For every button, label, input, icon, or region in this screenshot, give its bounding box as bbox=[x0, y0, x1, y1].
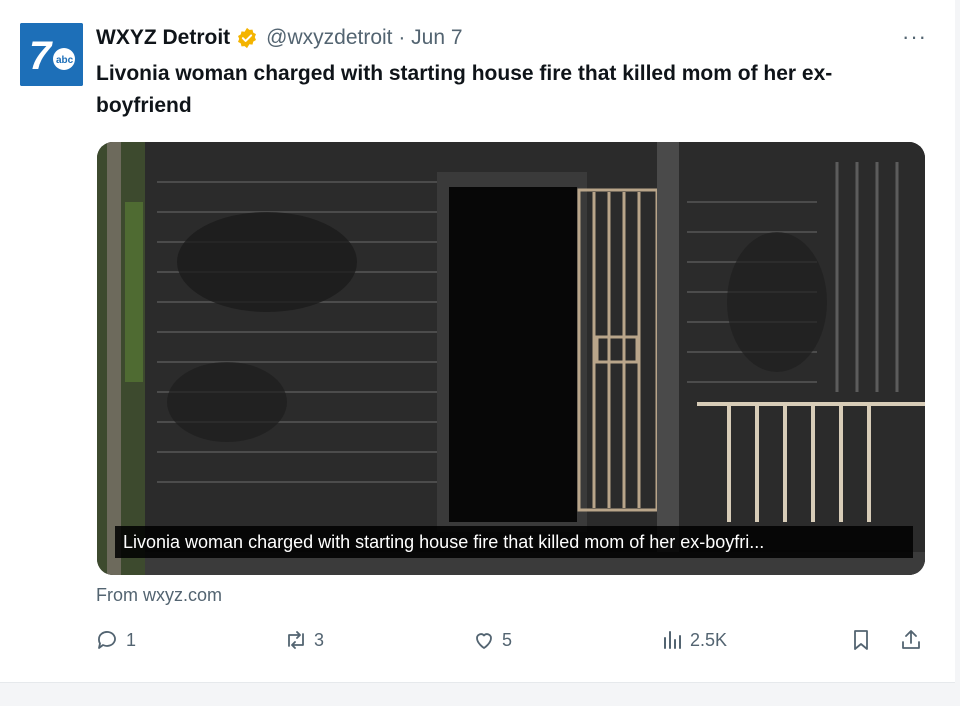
retweet-icon bbox=[288, 631, 304, 649]
reply-button[interactable]: 1 bbox=[96, 628, 136, 652]
like-button[interactable]: 5 bbox=[472, 628, 512, 652]
video-caption: Livonia woman charged with starting hous… bbox=[115, 526, 913, 558]
video-thumbnail bbox=[97, 142, 925, 575]
link-source[interactable]: From wxyz.com bbox=[96, 585, 222, 606]
reply-count: 1 bbox=[126, 629, 137, 650]
bookmark-icon bbox=[854, 630, 868, 650]
views-button[interactable]: 2.5K bbox=[660, 628, 727, 652]
tweet-card[interactable]: 7 abc WXYZ Detroit @wxyzdetroit · Jun 7 … bbox=[0, 0, 955, 683]
more-icon[interactable]: ··· bbox=[902, 24, 927, 50]
like-count: 5 bbox=[502, 629, 513, 650]
like-icon bbox=[476, 633, 492, 649]
reply-icon bbox=[98, 631, 116, 649]
retweet-count: 3 bbox=[314, 629, 325, 650]
avatar-abc-text: abc bbox=[56, 55, 74, 66]
action-bar: 1 3 5 2.5K bbox=[96, 628, 926, 660]
author-name[interactable]: WXYZ Detroit bbox=[96, 26, 230, 50]
views-icon bbox=[664, 631, 681, 649]
share-button[interactable] bbox=[899, 628, 923, 652]
video-player[interactable]: Livonia woman charged with starting hous… bbox=[97, 142, 925, 575]
avatar[interactable]: 7 abc bbox=[20, 23, 83, 86]
handle-and-date[interactable]: @wxyzdetroit · Jun 7 bbox=[266, 26, 462, 50]
tweet-header: WXYZ Detroit @wxyzdetroit · Jun 7 bbox=[96, 26, 463, 50]
retweet-button[interactable]: 3 bbox=[284, 628, 324, 652]
avatar-number: 7 bbox=[29, 34, 53, 78]
verified-icon bbox=[238, 27, 257, 49]
tweet-text: Livonia woman charged with starting hous… bbox=[96, 62, 833, 117]
share-icon bbox=[902, 630, 920, 649]
bookmark-button[interactable] bbox=[849, 628, 873, 652]
view-count: 2.5K bbox=[690, 629, 728, 650]
